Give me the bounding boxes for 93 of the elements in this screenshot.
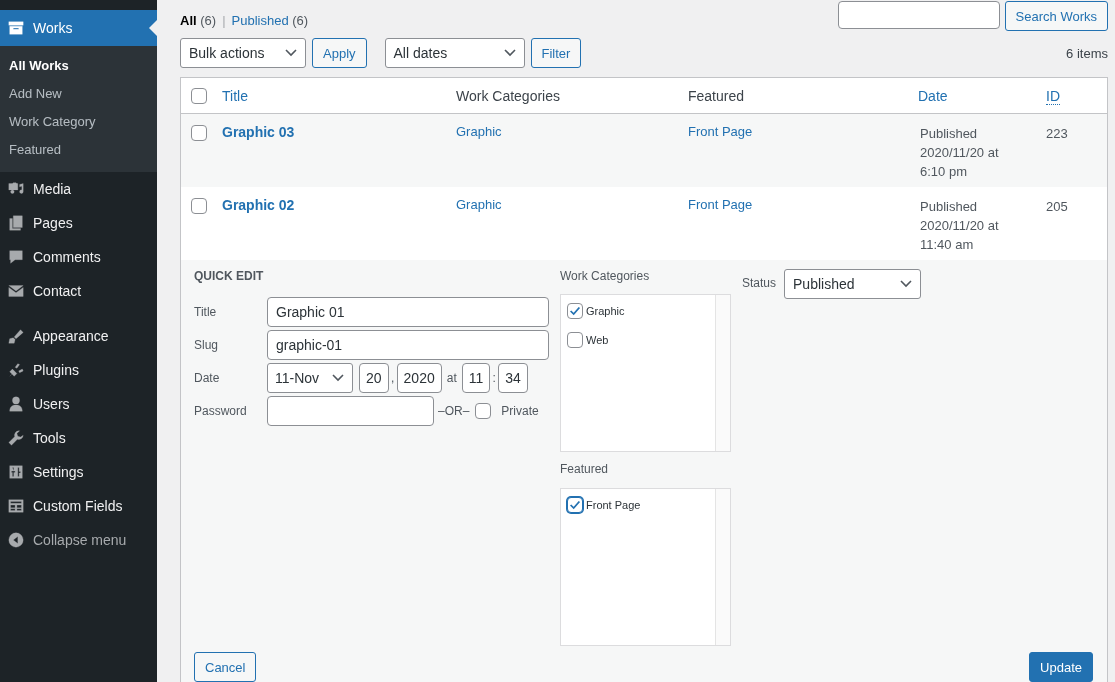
update-button[interactable]: Update xyxy=(1029,652,1093,682)
field-label: Password xyxy=(194,403,248,418)
person-icon xyxy=(7,395,25,413)
caret-icon xyxy=(285,49,297,57)
column-header: Work Categories xyxy=(456,87,560,104)
category-link[interactable]: Graphic xyxy=(456,124,502,139)
apply-button[interactable]: Apply xyxy=(312,38,367,68)
caret-icon xyxy=(332,373,344,382)
minute-field[interactable]: 34 xyxy=(498,362,528,393)
password-field[interactable] xyxy=(267,395,434,426)
collapse-icon xyxy=(7,531,25,549)
hour-field[interactable]: 11 xyxy=(461,362,491,393)
submenu-item[interactable]: All Works xyxy=(0,52,157,80)
column-sort-link[interactable]: Title xyxy=(222,87,248,104)
cancel-button[interactable]: Cancel xyxy=(194,652,257,682)
post-id: 223 xyxy=(1046,126,1068,141)
select-all-checkbox[interactable] xyxy=(191,87,207,104)
pages-icon xyxy=(7,214,25,232)
text-field[interactable]: graphic-01 xyxy=(267,329,549,360)
post-status: Published xyxy=(920,198,979,216)
speech-bubble-icon xyxy=(7,248,25,266)
wrench-icon xyxy=(7,429,25,447)
post-title-link[interactable]: Graphic 02 xyxy=(222,197,295,213)
status-label: Status xyxy=(742,275,777,290)
year-field[interactable]: 2020 xyxy=(396,362,442,393)
post-id: 205 xyxy=(1046,199,1068,214)
field-label: Slug xyxy=(194,337,220,352)
private-checkbox[interactable] xyxy=(475,402,492,419)
post-title-link[interactable]: Graphic 03 xyxy=(222,124,295,140)
category-link[interactable]: Graphic xyxy=(456,197,502,212)
filter-button[interactable]: Filter xyxy=(530,38,582,68)
checkbox-label: Web xyxy=(586,334,609,346)
field-label: Title xyxy=(194,304,218,319)
view-filter-link[interactable]: All (6) xyxy=(180,13,217,28)
private-label: Private xyxy=(501,403,539,418)
row-checkbox[interactable] xyxy=(191,125,207,141)
time-separator: : xyxy=(491,370,497,385)
section-label: Work Categories xyxy=(560,269,651,285)
menu-item[interactable]: Users xyxy=(0,387,157,421)
status-dropdown[interactable]: Published xyxy=(784,269,922,299)
search-button[interactable]: Search Works xyxy=(1004,1,1108,31)
category-checkbox[interactable] xyxy=(567,303,583,319)
checkbox-label: Graphic xyxy=(586,305,625,317)
menu-item[interactable]: Plugins xyxy=(0,353,157,387)
menu-item[interactable]: Media xyxy=(0,172,157,206)
text-field[interactable]: Graphic 01 xyxy=(267,296,549,327)
archive-icon xyxy=(7,19,25,37)
featured-link[interactable]: Front Page xyxy=(688,124,753,139)
menu-item[interactable]: Settings xyxy=(0,455,157,489)
submenu-item[interactable]: Work Category xyxy=(0,108,157,136)
category-checkbox[interactable] xyxy=(567,332,583,348)
search-field[interactable] xyxy=(837,1,1000,29)
post-date: 2020/11/20 at 11:40 am xyxy=(920,217,1000,254)
menu-item[interactable]: Works xyxy=(0,10,157,46)
sliders-icon xyxy=(7,463,25,481)
at-label: at xyxy=(445,370,458,385)
checkbox-label: Front Page xyxy=(586,499,641,511)
menu-item[interactable]: Tools xyxy=(0,421,157,455)
submenu-item[interactable]: Featured xyxy=(0,136,157,164)
date-separator: , xyxy=(389,370,396,385)
caret-icon xyxy=(503,49,516,57)
dates-dropdown[interactable]: All dates xyxy=(384,38,525,68)
row-checkbox[interactable] xyxy=(191,198,207,214)
post-date: 2020/11/20 at 6:10 pm xyxy=(920,144,1000,181)
plug-icon xyxy=(7,361,25,379)
menu-item[interactable]: Pages xyxy=(0,206,157,240)
menu-item[interactable]: Comments xyxy=(0,240,157,274)
column-header: Featured xyxy=(688,87,745,104)
collapse-menu-button[interactable]: Collapse menu xyxy=(0,523,157,557)
bulk-actions-dropdown[interactable]: Bulk actions xyxy=(180,38,306,68)
view-filter-link[interactable]: Published (6) xyxy=(231,13,309,28)
featured-checkbox[interactable] xyxy=(567,497,583,513)
column-sort-link[interactable]: ID xyxy=(1046,87,1060,105)
current-page-pointer xyxy=(149,20,157,36)
section-label: Featured xyxy=(560,462,610,478)
field-label: Date xyxy=(194,370,221,385)
view-separator: | xyxy=(222,13,226,28)
column-sort-link[interactable]: Date xyxy=(918,87,948,104)
post-status: Published xyxy=(920,125,979,143)
featured-link[interactable]: Front Page xyxy=(688,197,753,212)
menu-item[interactable]: Appearance xyxy=(0,319,157,353)
day-field[interactable]: 20 xyxy=(359,362,389,393)
or-label: –OR– xyxy=(438,403,470,418)
month-dropdown[interactable]: 11-Nov xyxy=(267,362,353,393)
menu-item[interactable]: Custom Fields xyxy=(0,489,157,523)
item-count: 6 items xyxy=(1066,45,1108,61)
caret-icon xyxy=(900,280,913,288)
table-icon xyxy=(7,497,25,515)
envelope-icon xyxy=(7,282,25,300)
menu-item[interactable]: Contact xyxy=(0,274,157,308)
quick-edit-heading: QUICK EDIT xyxy=(194,269,265,285)
submenu-item[interactable]: Add New xyxy=(0,80,157,108)
paintbrush-icon xyxy=(7,327,25,345)
